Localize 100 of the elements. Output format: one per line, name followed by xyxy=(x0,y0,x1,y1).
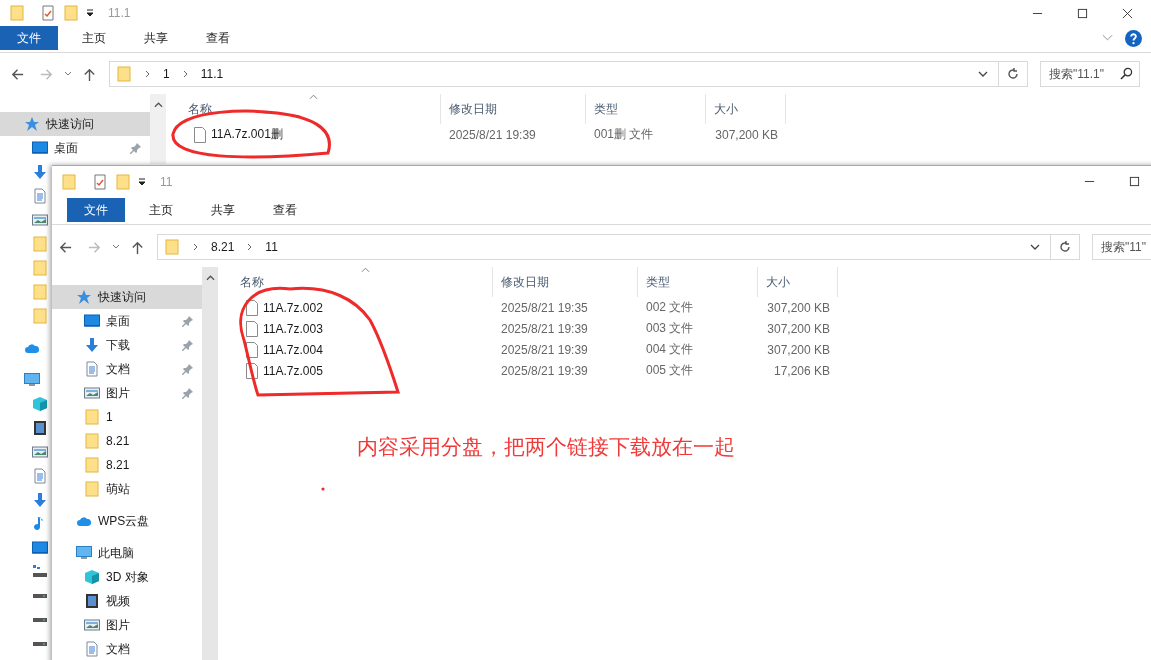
file-menu-tab[interactable]: 文件 xyxy=(67,198,125,222)
chevron-right-icon[interactable] xyxy=(182,70,189,78)
folder-icon xyxy=(61,173,77,190)
table-cell-text: 307,200 KB xyxy=(766,300,831,315)
up-arrow-icon[interactable] xyxy=(82,66,97,82)
folder-icon xyxy=(84,457,100,473)
search-field[interactable]: 搜索"11.1" xyxy=(1040,61,1140,87)
ink-dot xyxy=(321,487,325,491)
folder-icon xyxy=(32,236,48,252)
table-cell-text: 2025/8/21 19:39 xyxy=(500,363,589,378)
checklist-icon[interactable] xyxy=(92,173,108,190)
refresh-button[interactable] xyxy=(1051,234,1080,260)
folder-icon xyxy=(32,284,48,300)
sidebar-item[interactable]: 1 xyxy=(52,405,202,429)
dropdown-icon[interactable] xyxy=(1030,244,1040,250)
breadcrumb[interactable]: 8.21 xyxy=(211,240,235,254)
folder-icon xyxy=(84,481,100,497)
dropdown-icon[interactable] xyxy=(978,71,988,77)
cube-icon xyxy=(32,396,48,412)
file-icon xyxy=(246,341,258,358)
sidebar-item[interactable]: 此电脑 xyxy=(52,541,202,565)
file-name[interactable]: 11A.7z.001删 xyxy=(211,126,283,143)
refresh-button[interactable] xyxy=(999,61,1028,87)
table-cell-text: 307,200 KB xyxy=(714,127,779,142)
column-header[interactable]: 名称 xyxy=(218,267,493,297)
column-header[interactable]: 大小 xyxy=(706,94,786,124)
ribbon-tab[interactable]: 主页 xyxy=(137,198,189,222)
sidebar-item[interactable]: 快速访问 xyxy=(0,112,150,136)
sidebar-item[interactable]: 8.21 xyxy=(52,429,202,453)
file-name[interactable]: 11A.7z.002 xyxy=(263,300,323,315)
sidebar-item[interactable]: 下载 xyxy=(52,333,202,357)
column-header[interactable]: 大小 xyxy=(758,267,838,297)
file-name[interactable]: 11A.7z.004 xyxy=(263,342,323,357)
document-icon xyxy=(32,188,48,204)
column-header[interactable]: 修改日期 xyxy=(493,267,638,297)
table-cell-text: 002 文件 xyxy=(645,299,695,316)
column-header[interactable]: 类型 xyxy=(638,267,758,297)
address-bar[interactable]: 8.21 11 xyxy=(157,234,1051,260)
sidebar-item[interactable]: 3D 对象 xyxy=(52,565,202,589)
maximize-icon[interactable] xyxy=(1077,7,1088,19)
ribbon-tab[interactable]: 主页 xyxy=(70,26,122,50)
chevron-right-icon[interactable] xyxy=(145,70,151,78)
sidebar-item[interactable]: 萌站 xyxy=(52,477,202,501)
scrollbar[interactable] xyxy=(150,94,166,164)
scroll-up-icon[interactable] xyxy=(205,275,215,281)
up-arrow-icon[interactable] xyxy=(130,239,145,255)
download-icon xyxy=(32,492,48,508)
recent-caret-icon[interactable] xyxy=(112,244,120,250)
checklist-icon[interactable] xyxy=(40,5,56,21)
breadcrumb[interactable]: 11 xyxy=(265,240,278,254)
ribbon-tab[interactable]: 共享 xyxy=(199,198,251,222)
sidebar-item[interactable]: 桌面 xyxy=(52,309,202,333)
file-name[interactable]: 11A.7z.005 xyxy=(263,363,323,378)
download-icon xyxy=(32,164,48,180)
sidebar-item[interactable]: 视频 xyxy=(52,589,202,613)
dropdown-icon[interactable] xyxy=(138,177,146,186)
scrollbar[interactable] xyxy=(202,267,218,660)
breadcrumb[interactable]: 1 xyxy=(163,67,170,81)
sidebar-item[interactable]: WPS云盘 xyxy=(52,509,202,533)
sidebar-item[interactable]: 8.21 xyxy=(52,453,202,477)
ribbon-tab[interactable]: 共享 xyxy=(132,26,184,50)
document-icon xyxy=(84,641,100,657)
column-header[interactable]: 类型 xyxy=(586,94,706,124)
sidebar-item[interactable]: 桌面 xyxy=(0,136,150,160)
sidebar-item[interactable]: 图片 xyxy=(52,613,202,637)
scroll-up-icon[interactable] xyxy=(153,102,163,108)
recent-caret-icon[interactable] xyxy=(64,71,72,77)
address-bar[interactable]: 1 11.1 xyxy=(109,61,999,87)
dropdown-icon[interactable] xyxy=(86,9,94,17)
download-icon xyxy=(84,337,100,353)
file-menu-tab[interactable]: 文件 xyxy=(0,26,58,50)
drive-icon xyxy=(32,594,48,598)
folder-icon xyxy=(116,66,132,82)
sidebar-item[interactable]: 文档 xyxy=(52,357,202,381)
close-icon[interactable] xyxy=(1122,7,1133,19)
file-icon xyxy=(246,320,258,337)
star-icon xyxy=(76,289,92,305)
ribbon-tab[interactable]: 查看 xyxy=(194,26,246,50)
window-title: 11.1 xyxy=(108,6,131,20)
chevron-right-icon[interactable] xyxy=(193,243,199,251)
table-cell-text: 17,206 KB xyxy=(772,363,831,378)
search-field[interactable]: 搜索"11" xyxy=(1092,234,1151,260)
sidebar-item[interactable]: 图片 xyxy=(52,381,202,405)
picture-icon xyxy=(32,444,48,460)
column-header[interactable]: 修改日期 xyxy=(441,94,586,124)
maximize-icon[interactable] xyxy=(1129,176,1140,187)
ribbon-tab[interactable]: 查看 xyxy=(261,198,313,222)
sidebar-item[interactable]: 快速访问 xyxy=(52,285,202,309)
help-icon[interactable] xyxy=(1125,29,1142,47)
breadcrumb[interactable]: 11.1 xyxy=(200,67,224,81)
chevron-right-icon[interactable] xyxy=(247,243,254,251)
folder-icon xyxy=(32,260,48,276)
desktop-icon xyxy=(84,313,100,329)
sidebar-item[interactable]: 文档 xyxy=(52,637,202,660)
network-drive-icon xyxy=(32,564,48,580)
file-name[interactable]: 11A.7z.003 xyxy=(263,321,323,336)
table-cell-text: 307,200 KB xyxy=(766,321,831,336)
picture-icon xyxy=(32,212,48,228)
document-icon xyxy=(84,361,100,377)
desktop-icon xyxy=(32,140,48,156)
